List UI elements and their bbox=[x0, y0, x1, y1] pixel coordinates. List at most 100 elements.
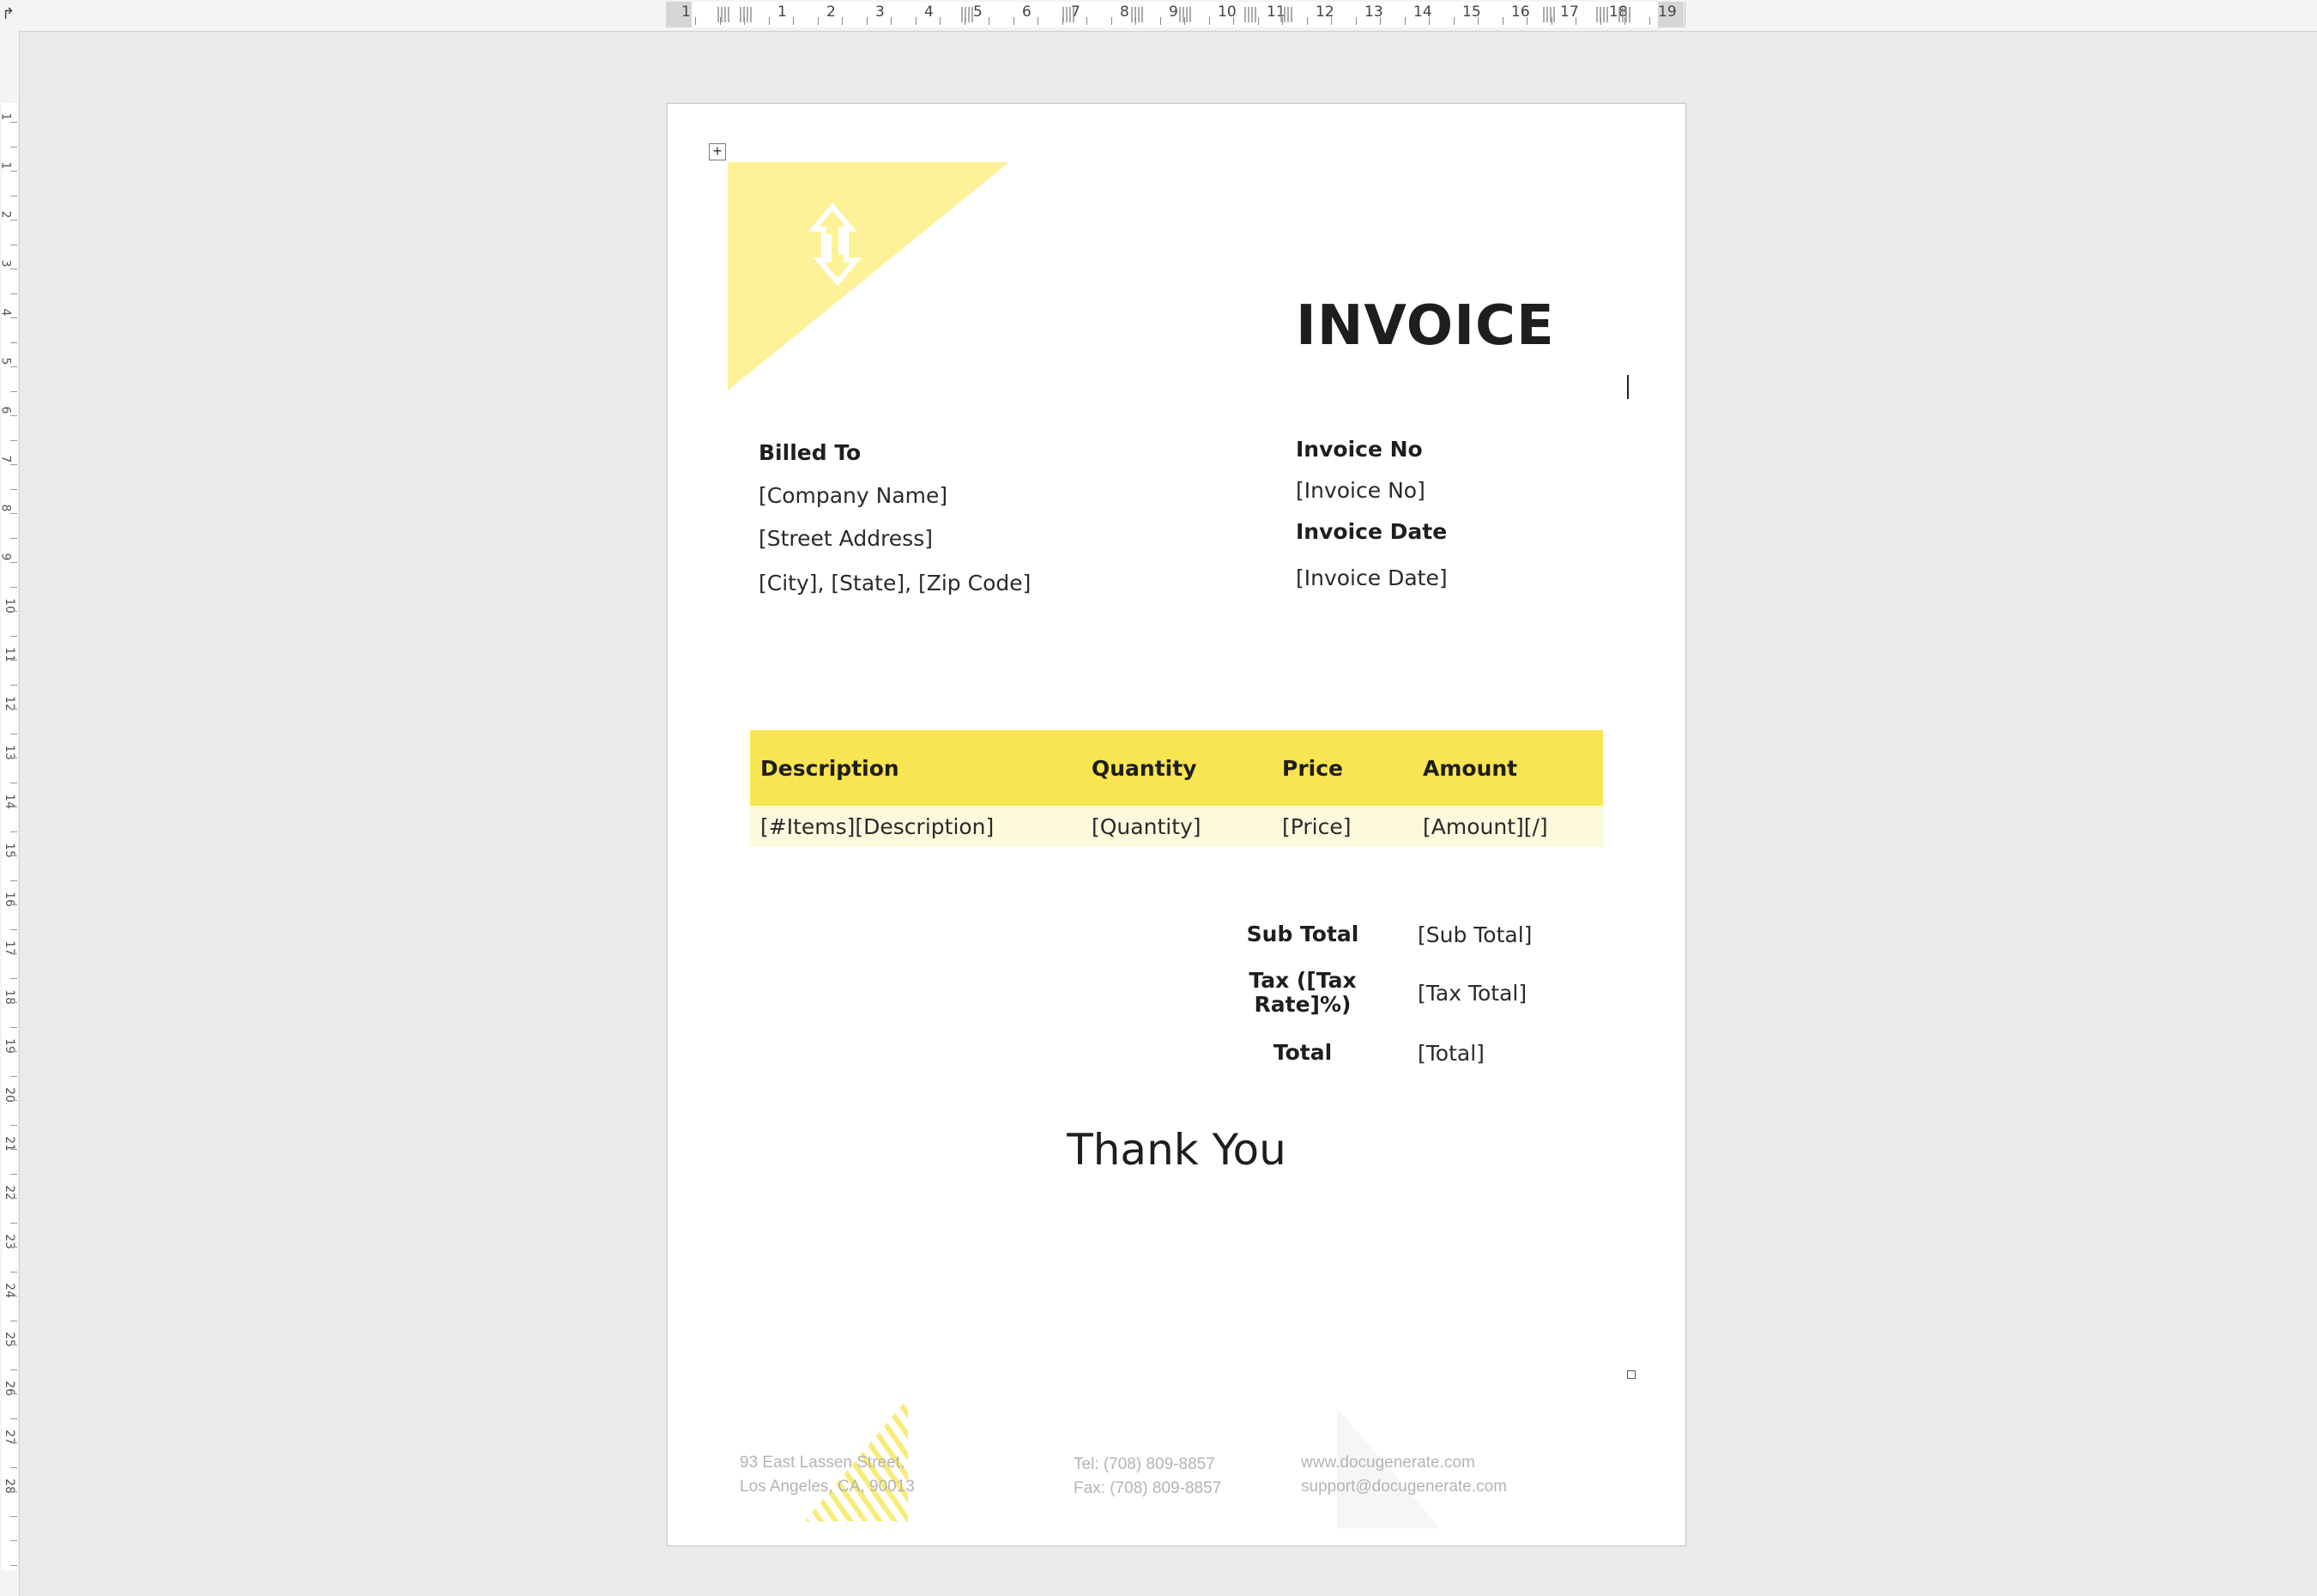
ruler-tab-stop[interactable] bbox=[961, 7, 973, 22]
total-value[interactable]: [Total] bbox=[1418, 1041, 1485, 1066]
thank-you-text: Thank You bbox=[1067, 1125, 1286, 1175]
vruler-tick bbox=[10, 220, 17, 221]
vruler-number: 6 bbox=[0, 406, 13, 414]
vruler-tick bbox=[10, 1027, 17, 1028]
vruler-tick bbox=[10, 513, 17, 514]
vruler-number: 4 bbox=[0, 308, 13, 317]
invoice-date-value[interactable]: [Invoice Date] bbox=[1296, 565, 1448, 590]
tax-label: Tax ([Tax Rate]%) bbox=[1243, 969, 1363, 1017]
table-header-row: Description Quantity Price Amount bbox=[750, 730, 1603, 806]
vruler-tick bbox=[10, 1442, 17, 1443]
vruler-tick bbox=[10, 1149, 17, 1150]
vruler-number: 3 bbox=[0, 259, 13, 268]
vruler-tick bbox=[10, 1174, 17, 1175]
vertical-ruler[interactable]: 1 1 2 3 4 5 6 7 8 9 10 11 12 13 14 15 16 17 18 19 20 21 22 23 24… bbox=[0, 31, 20, 1596]
vruler-tick bbox=[10, 1369, 17, 1370]
ruler-tick bbox=[695, 17, 696, 25]
vruler-active-area bbox=[2, 103, 17, 1570]
city-state-zip[interactable]: [City], [State], [Zip Code] bbox=[759, 571, 1031, 595]
document-page[interactable]: + INVOICE Billed To [Company Name] [Stre… bbox=[667, 103, 1686, 1546]
cell-amount[interactable]: [Amount][/] bbox=[1413, 806, 1603, 847]
cell-quantity[interactable]: [Quantity] bbox=[1081, 806, 1272, 847]
subtotal-value[interactable]: [Sub Total] bbox=[1418, 922, 1532, 947]
company-name[interactable]: [Company Name] bbox=[759, 483, 947, 508]
ruler-tick bbox=[1649, 17, 1650, 25]
ruler-tab-stop[interactable] bbox=[1179, 7, 1191, 22]
tax-label-line-2: Rate]%) bbox=[1254, 992, 1352, 1017]
ruler-number: 4 bbox=[924, 3, 934, 21]
ruler-tick bbox=[1380, 17, 1381, 25]
ruler-number: 1 bbox=[681, 3, 691, 21]
vruler-tick bbox=[10, 1296, 17, 1297]
vruler-number: 2 bbox=[0, 210, 13, 219]
vruler-tick bbox=[10, 317, 17, 318]
vruler-number: 1 bbox=[0, 161, 13, 170]
vruler-tick bbox=[10, 978, 17, 979]
total-label: Total bbox=[1273, 1040, 1333, 1065]
table-anchor-icon[interactable]: + bbox=[709, 143, 726, 160]
footer-address-line-1: 93 East Lassen Street, bbox=[740, 1454, 905, 1472]
vruler-tick bbox=[10, 587, 17, 588]
vruler-tick bbox=[10, 1467, 17, 1468]
table-row[interactable]: [#Items][Description] [Quantity] [Price]… bbox=[750, 806, 1603, 847]
vruler-tick bbox=[10, 880, 17, 881]
vruler-number: 9 bbox=[0, 553, 13, 561]
invoice-no-label: Invoice No bbox=[1296, 437, 1423, 462]
ruler-tick bbox=[1160, 17, 1161, 25]
vruler-tick bbox=[10, 1100, 17, 1101]
vruler-tick bbox=[10, 147, 17, 148]
vruler-tick bbox=[10, 734, 17, 735]
vruler-tick bbox=[10, 636, 17, 637]
vruler-tick bbox=[10, 1247, 17, 1248]
ruler-tab-stop[interactable] bbox=[1596, 7, 1608, 22]
cell-description[interactable]: [#Items][Description] bbox=[750, 806, 1081, 847]
vruler-tick bbox=[10, 1540, 17, 1541]
vruler-tick bbox=[10, 415, 17, 416]
ruler-tab-stop[interactable] bbox=[1543, 7, 1555, 22]
ruler-tick bbox=[818, 17, 819, 25]
resize-handle[interactable] bbox=[1627, 1370, 1636, 1379]
ruler-tick bbox=[1429, 17, 1430, 25]
ruler-tick bbox=[916, 17, 917, 25]
ruler-tab-stop[interactable] bbox=[1280, 7, 1292, 22]
invoice-no-value[interactable]: [Invoice No] bbox=[1296, 478, 1425, 503]
ruler-number: 9 bbox=[1169, 3, 1178, 21]
vruler-tick bbox=[10, 391, 17, 392]
vruler-tick bbox=[10, 929, 17, 930]
vruler-tick bbox=[10, 1125, 17, 1126]
subtotal-label: Sub Total bbox=[1246, 922, 1359, 946]
ruler-number: 5 bbox=[973, 3, 983, 21]
footer-email: support@docugenerate.com bbox=[1301, 1478, 1508, 1496]
cell-price[interactable]: [Price] bbox=[1272, 806, 1413, 847]
ruler-tab-stop[interactable] bbox=[1131, 7, 1143, 22]
ruler-tick bbox=[1233, 17, 1234, 25]
vruler-tick bbox=[10, 1002, 17, 1003]
vruler-tick bbox=[10, 1516, 17, 1517]
ruler-tick bbox=[867, 17, 868, 25]
invoice-title: INVOICE bbox=[1296, 294, 1555, 358]
items-table[interactable]: Description Quantity Price Amount [#Item… bbox=[750, 730, 1603, 847]
vruler-tick bbox=[10, 953, 17, 954]
ruler-tab-stop[interactable] bbox=[740, 7, 752, 22]
ruler-tick bbox=[1454, 17, 1455, 25]
vruler-number: 8 bbox=[0, 504, 13, 512]
ruler-tab-stop[interactable] bbox=[1244, 7, 1256, 22]
footer-fax: Fax: (708) 809-8857 bbox=[1074, 1479, 1222, 1497]
ruler-tab-stop[interactable] bbox=[1618, 7, 1630, 22]
vruler-tick bbox=[10, 1223, 17, 1224]
horizontal-ruler[interactable]: 112345678910111213141516171819 bbox=[0, 0, 2317, 32]
ruler-tab-stop[interactable] bbox=[1062, 7, 1074, 22]
vruler-tick bbox=[10, 440, 17, 441]
vruler-tick bbox=[10, 1418, 17, 1419]
footer-address: 93 East Lassen Street, Los Angeles, CA, … bbox=[740, 1451, 915, 1499]
ruler-tick bbox=[1307, 17, 1308, 25]
ruler-tick bbox=[940, 17, 941, 25]
ruler-tick bbox=[1086, 17, 1087, 25]
vruler-tick bbox=[10, 1198, 17, 1199]
street-address[interactable]: [Street Address] bbox=[759, 526, 933, 551]
text-cursor bbox=[1627, 375, 1629, 399]
ruler-tab-stop[interactable] bbox=[717, 7, 729, 22]
vruler-tick bbox=[10, 1393, 17, 1394]
ruler-tick bbox=[842, 17, 843, 25]
tax-value[interactable]: [Tax Total] bbox=[1418, 981, 1527, 1006]
